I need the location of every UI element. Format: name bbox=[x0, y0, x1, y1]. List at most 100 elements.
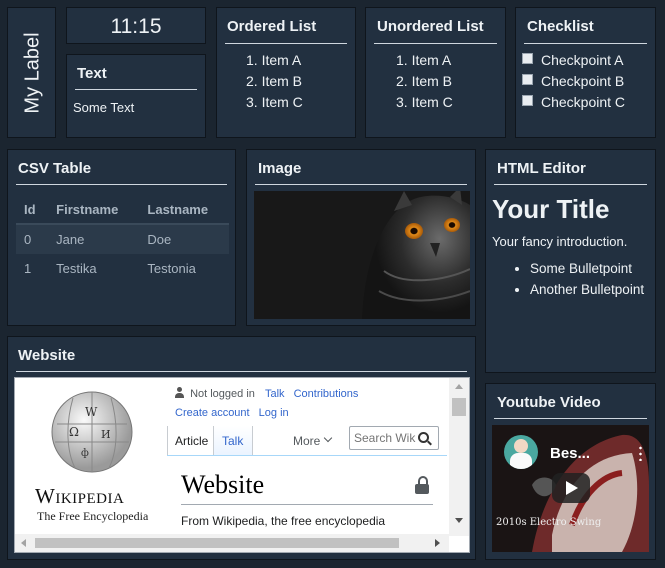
scroll-thumb[interactable] bbox=[35, 538, 399, 548]
divider bbox=[494, 184, 647, 185]
channel-avatar[interactable] bbox=[504, 435, 538, 469]
label-widget: My Label bbox=[7, 7, 56, 138]
overlay-caption: 2010s Electro Swing bbox=[496, 517, 602, 528]
tab-article-label: Article bbox=[175, 434, 209, 448]
scroll-right-arrow-icon[interactable] bbox=[435, 539, 440, 547]
more-options-icon[interactable] bbox=[639, 445, 642, 461]
list-item: 2. Item B bbox=[246, 73, 303, 89]
divider bbox=[494, 418, 647, 419]
divider bbox=[524, 43, 647, 44]
html-editor-title: HTML Editor bbox=[497, 160, 586, 177]
html-editor-widget: HTML Editor Your Title Your fancy introd… bbox=[485, 149, 656, 373]
not-logged-in-text: Not logged in bbox=[190, 388, 255, 400]
scroll-left-arrow-icon[interactable] bbox=[21, 539, 26, 547]
svg-text:И: И bbox=[101, 428, 111, 441]
scroll-down-arrow-icon[interactable] bbox=[455, 518, 463, 523]
bullet-item: Some Bulletpoint bbox=[530, 258, 650, 279]
heading-rule bbox=[181, 504, 433, 505]
play-button[interactable] bbox=[552, 473, 590, 503]
table-cell: Testonia bbox=[147, 261, 196, 276]
table-row: 1 Testika Testonia bbox=[16, 254, 229, 283]
checklist-item[interactable]: Checkpoint A bbox=[522, 50, 625, 71]
website-iframe[interactable]: W Ω И ф Wikipedia The Free Encyclopedia … bbox=[14, 377, 470, 553]
list-item: 1. Item A bbox=[246, 52, 302, 68]
checkbox[interactable] bbox=[522, 53, 533, 64]
youtube-widget: Youtube Video 2010s Electro Swing Bes... bbox=[485, 383, 656, 560]
table-cell: Doe bbox=[139, 224, 229, 254]
horizontal-scrollbar[interactable] bbox=[15, 534, 449, 552]
checklist-item-label: Checkpoint A bbox=[541, 52, 624, 68]
csv-table-widget: CSV Table Id Firstname Lastname 0 Jane D… bbox=[7, 149, 236, 326]
lock-icon bbox=[415, 476, 429, 494]
table-cell: 0 bbox=[16, 224, 49, 254]
divider bbox=[75, 89, 197, 90]
tab-talk[interactable]: Talk bbox=[213, 426, 253, 456]
list-item: 2. Item B bbox=[396, 73, 453, 89]
unordered-list-title: Unordered List bbox=[377, 18, 484, 35]
log-in-link[interactable]: Log in bbox=[259, 407, 289, 419]
divider bbox=[16, 371, 467, 372]
html-intro: Your fancy introduction. bbox=[492, 234, 628, 249]
text-widget-body: Some Text bbox=[73, 100, 135, 115]
website-title: Website bbox=[18, 347, 76, 364]
divider bbox=[16, 184, 227, 185]
svg-text:Ω: Ω bbox=[69, 425, 79, 439]
csv-table: Id Firstname Lastname 0 Jane Doe 1 Testi… bbox=[16, 196, 229, 283]
table-header-row: Id Firstname Lastname bbox=[16, 196, 229, 225]
text-widget: Text Some Text bbox=[66, 54, 206, 138]
tabs-underline bbox=[167, 455, 447, 456]
checklist: Checkpoint A Checkpoint B Checkpoint C bbox=[522, 50, 625, 113]
scroll-up-arrow-icon[interactable] bbox=[455, 384, 463, 389]
play-icon bbox=[566, 481, 578, 495]
talk-link[interactable]: Talk bbox=[265, 388, 285, 400]
scroll-thumb[interactable] bbox=[452, 398, 466, 416]
from-wikipedia-text: From Wikipedia, the free encyclopedia bbox=[181, 514, 386, 528]
ordered-list-title: Ordered List bbox=[227, 18, 317, 35]
csv-table-title: CSV Table bbox=[18, 160, 92, 177]
wikipedia-wordmark: Wikipedia bbox=[35, 484, 125, 508]
checklist-title: Checklist bbox=[527, 18, 594, 35]
search-box[interactable] bbox=[349, 426, 439, 450]
more-label: More bbox=[293, 434, 321, 448]
column-header: Id bbox=[16, 196, 49, 225]
divider bbox=[225, 43, 347, 44]
html-heading: Your Title bbox=[492, 194, 610, 224]
html-bullet-list: Some Bulletpoint Another Bulletpoint bbox=[492, 258, 650, 300]
checklist-item[interactable]: Checkpoint C bbox=[522, 92, 625, 113]
website-widget: Website W Ω И ф Wikipedia The Free Encyc… bbox=[7, 336, 476, 560]
tab-talk-label: Talk bbox=[222, 434, 244, 448]
contributions-link[interactable]: Contributions bbox=[294, 388, 359, 400]
list-item: 3. Item C bbox=[246, 94, 303, 110]
column-header: Lastname bbox=[139, 196, 229, 225]
personal-tools: Not logged in Talk Contributions bbox=[175, 387, 358, 400]
more-menu[interactable]: More bbox=[287, 426, 343, 456]
column-header: Firstname bbox=[48, 196, 140, 225]
tab-article[interactable]: Article bbox=[167, 426, 214, 456]
account-links: Create account Log in bbox=[175, 407, 289, 419]
svg-text:ф: ф bbox=[81, 448, 89, 459]
ordered-list: 1. Item A 2. Item B 3. Item C bbox=[246, 50, 303, 113]
create-account-link[interactable]: Create account bbox=[175, 407, 250, 419]
bullet-item: Another Bulletpoint bbox=[530, 279, 650, 300]
checklist-item[interactable]: Checkpoint B bbox=[522, 71, 625, 92]
owl-image bbox=[254, 191, 470, 319]
checklist-widget: Checklist Checkpoint A Checkpoint B Chec… bbox=[515, 7, 656, 138]
search-input[interactable] bbox=[354, 430, 416, 446]
unordered-list: 1. Item A 2. Item B 3. Item C bbox=[396, 50, 453, 113]
text-widget-title: Text bbox=[77, 65, 107, 82]
list-item: 1. Item A bbox=[396, 52, 452, 68]
clock-time: 11:15 bbox=[110, 15, 162, 38]
table-cell: Testika bbox=[56, 261, 97, 276]
ordered-list-widget: Ordered List 1. Item A 2. Item B 3. Item… bbox=[216, 7, 356, 138]
svg-text:W: W bbox=[85, 405, 98, 419]
clock-widget: 11:15 bbox=[66, 7, 206, 44]
checkbox[interactable] bbox=[522, 95, 533, 106]
checklist-item-label: Checkpoint B bbox=[541, 73, 625, 89]
wikipedia-globe-icon: W Ω И ф bbox=[51, 391, 133, 473]
youtube-player[interactable]: 2010s Electro Swing Bes... bbox=[492, 425, 649, 552]
image-title: Image bbox=[258, 160, 302, 177]
checklist-item-label: Checkpoint C bbox=[541, 94, 626, 110]
video-title[interactable]: Bes... bbox=[550, 445, 590, 462]
vertical-scrollbar[interactable] bbox=[449, 378, 469, 536]
checkbox[interactable] bbox=[522, 74, 533, 85]
